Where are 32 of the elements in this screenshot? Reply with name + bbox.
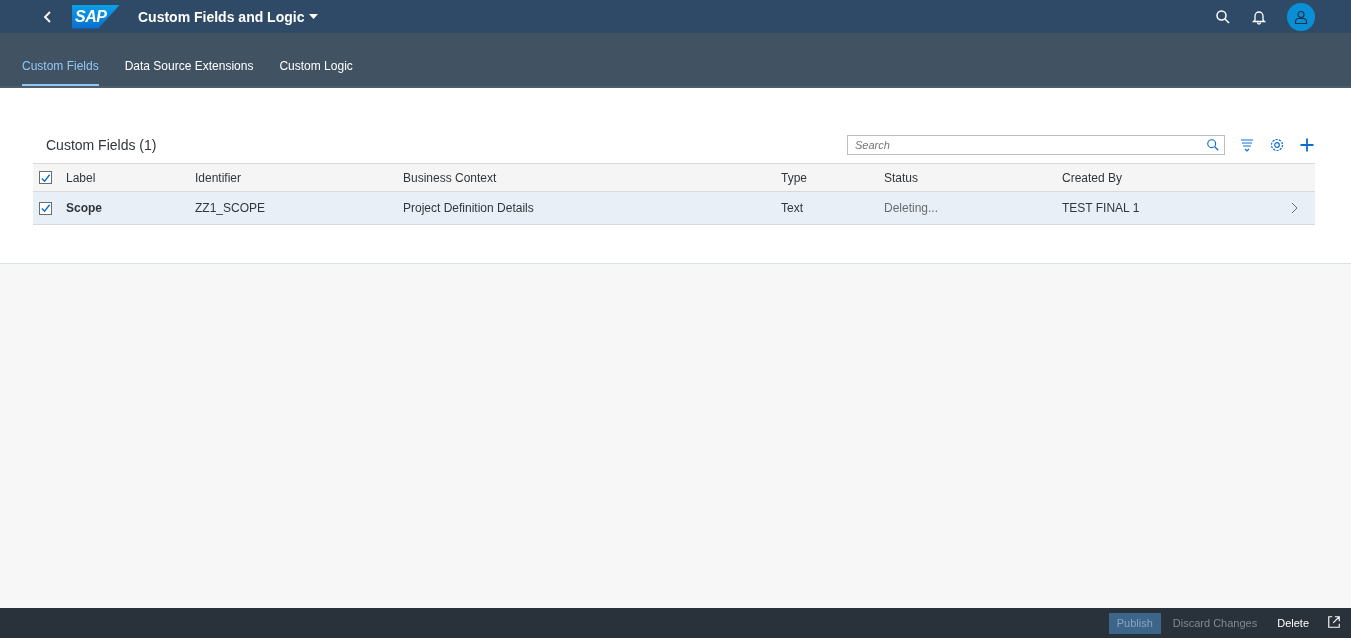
column-header: Label	[66, 170, 97, 185]
table-title: Custom Fields (1)	[46, 137, 157, 153]
search-icon[interactable]	[1206, 138, 1220, 152]
column-header: Status	[884, 170, 920, 185]
app-title-menu[interactable]: Custom Fields and Logic	[138, 8, 319, 25]
table-cell-text: Deleting...	[884, 201, 940, 215]
column-header: Type	[781, 170, 808, 185]
avatar-icon[interactable]	[1287, 2, 1315, 31]
table-cell-text: ZZ1_SCOPE	[195, 201, 267, 215]
tab[interactable]: Custom Logic	[279, 59, 353, 86]
table-cell-text: Project Definition Details	[403, 201, 535, 215]
checkbox[interactable]	[39, 201, 52, 215]
tab[interactable]: Data Source Extensions	[124, 59, 254, 86]
chevron-icon[interactable]	[1291, 202, 1299, 214]
logo: SAP	[72, 4, 120, 29]
column-header: Business Context	[403, 170, 498, 185]
table-cell-text: Text	[781, 201, 804, 215]
footer-button[interactable]: Delete	[1269, 612, 1317, 634]
table-cell-text: Scope	[66, 201, 103, 215]
column-header: Identifier	[195, 170, 243, 185]
share-icon[interactable]	[1327, 615, 1343, 631]
search-icon[interactable]	[1215, 8, 1231, 25]
add-icon[interactable]	[1299, 137, 1315, 153]
checkbox[interactable]	[39, 171, 52, 184]
column-header: Created By	[1062, 170, 1124, 185]
tab[interactable]: Custom Fields	[22, 59, 99, 86]
table-cell-text: TEST FINAL 1	[1062, 201, 1141, 215]
caret-icon	[309, 13, 319, 20]
settings-icon[interactable]	[1269, 137, 1285, 153]
table-row[interactable]: Scope ZZ1_SCOPE Project Definition Details Text Deleting... TEST FINAL 1	[33, 192, 1315, 225]
search-field[interactable]: Search	[847, 135, 1225, 155]
bell-icon[interactable]	[1251, 8, 1267, 25]
